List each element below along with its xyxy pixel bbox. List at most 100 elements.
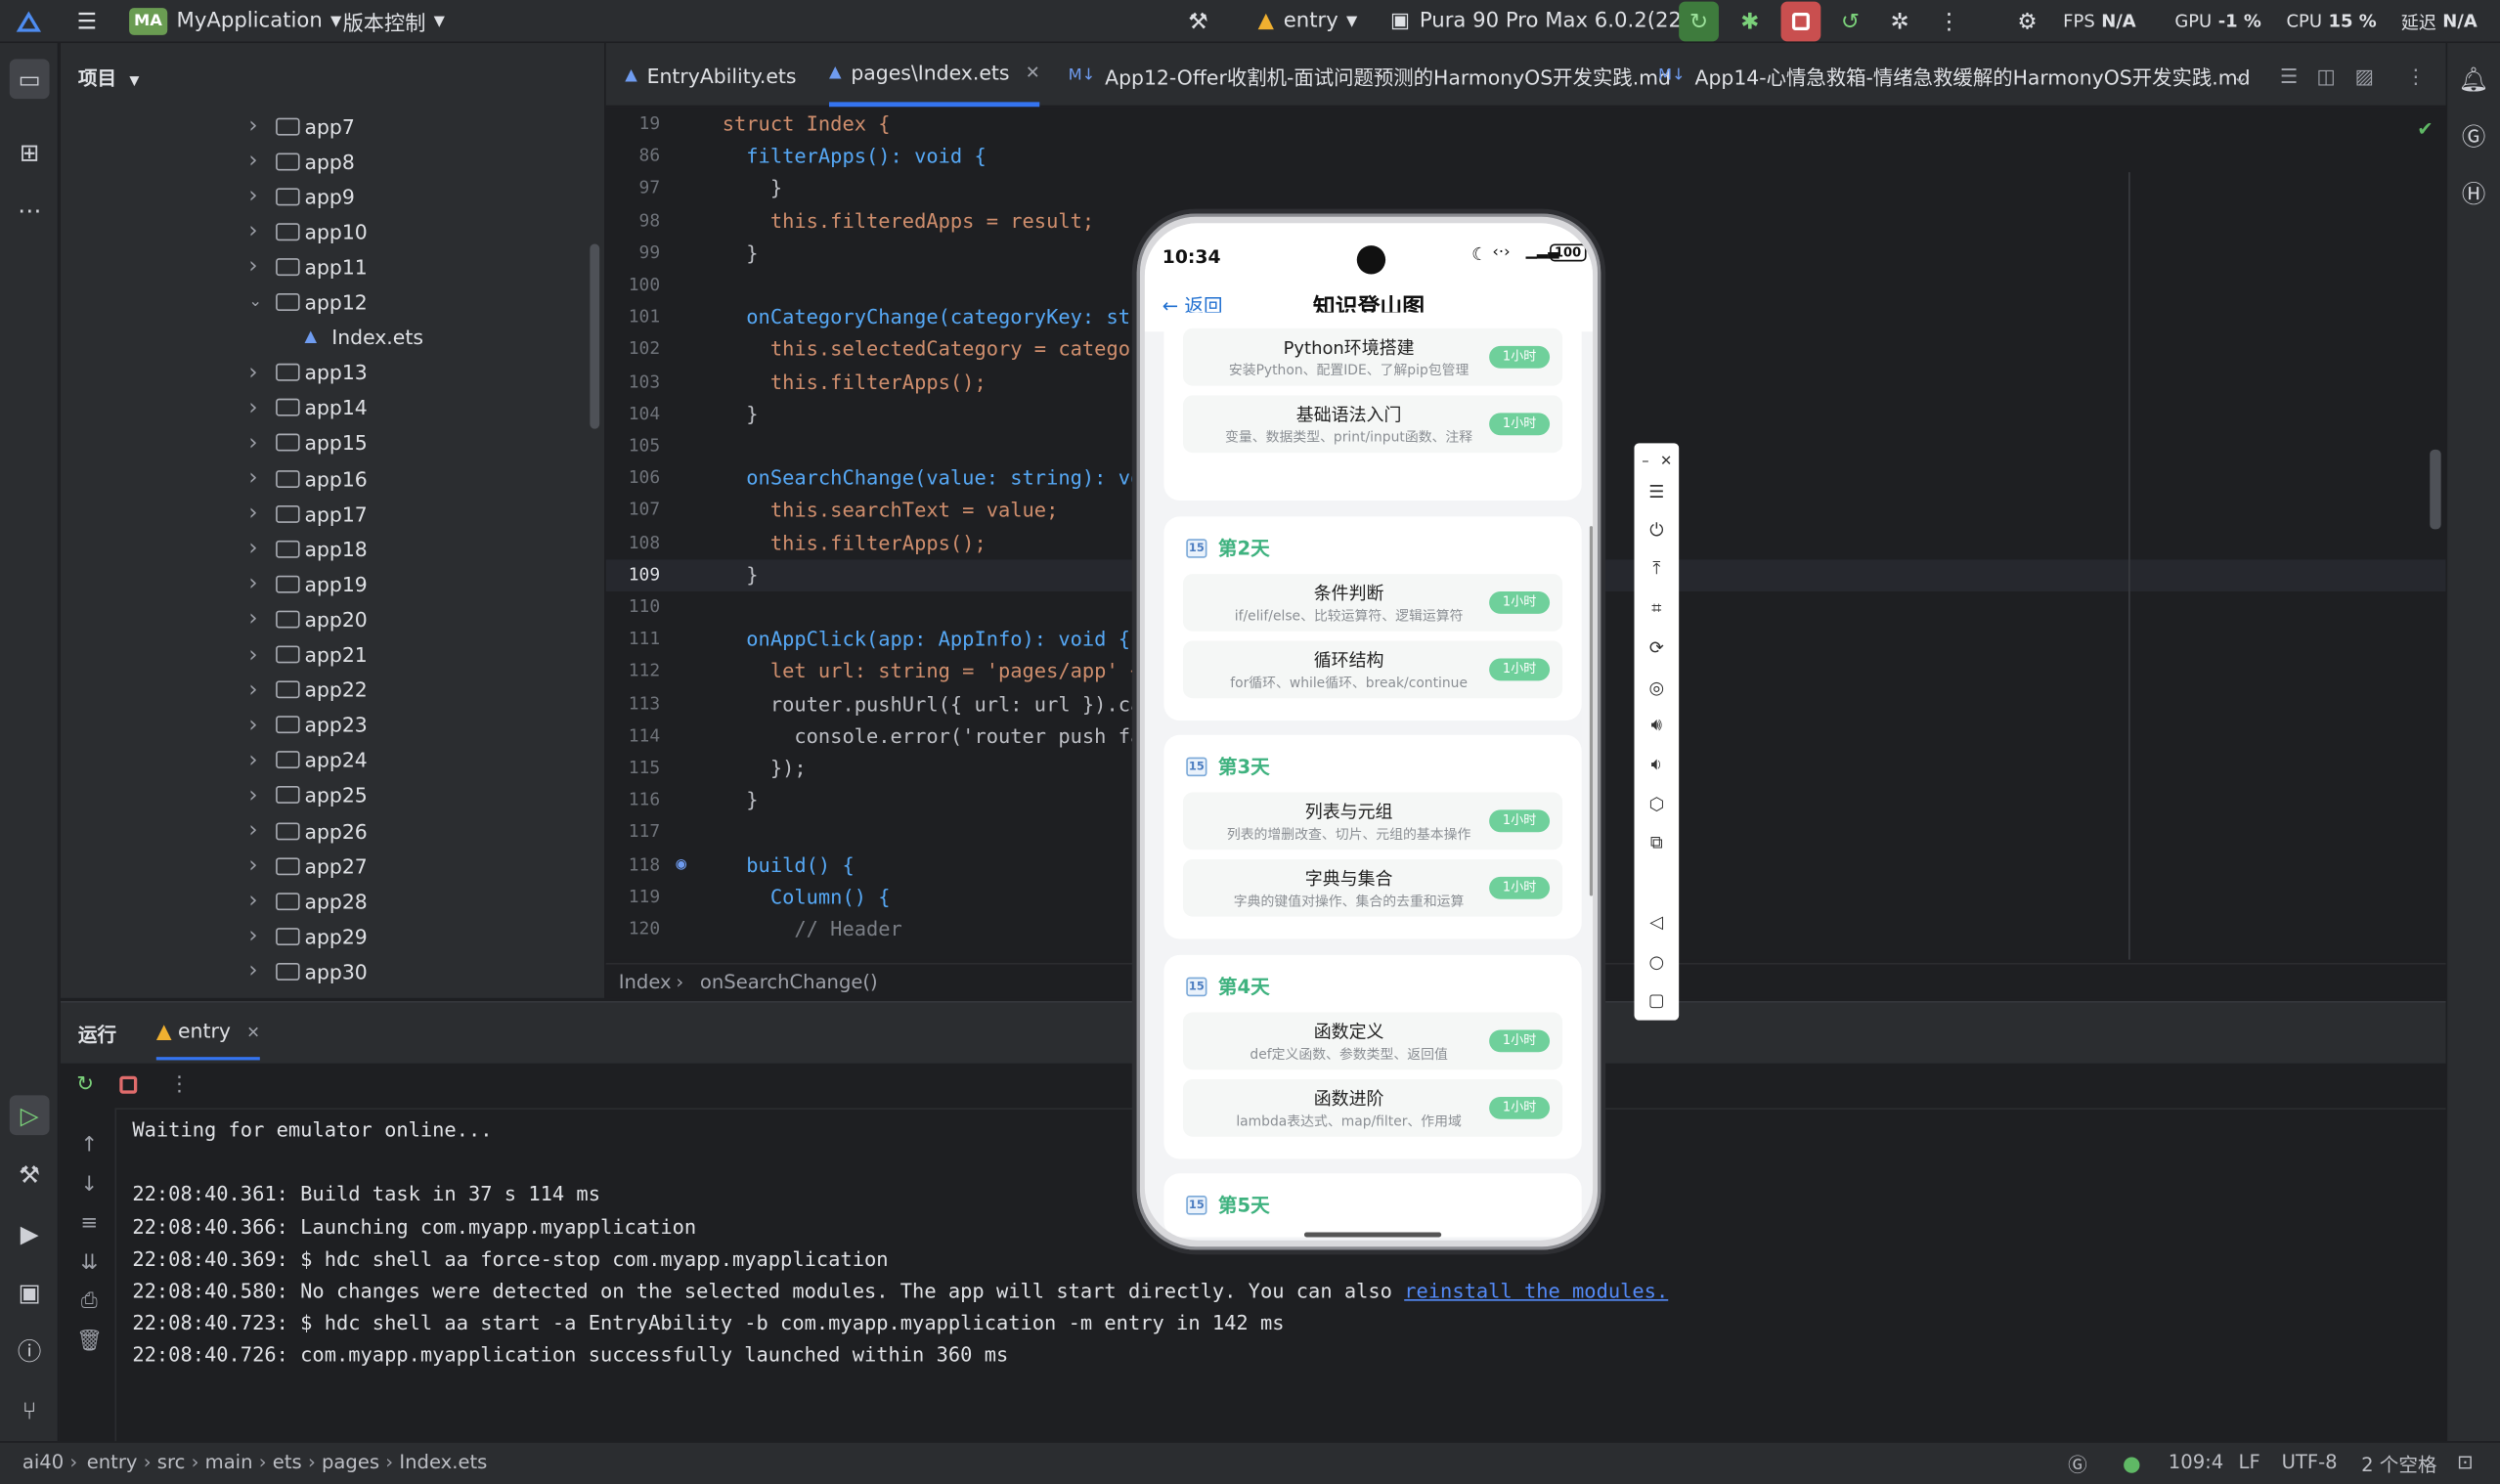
device-select[interactable]: ▣ Pura 90 Pro Max 6.0.2(22) ▼ bbox=[1390, 0, 1709, 43]
code-line[interactable]: 86 filterApps(): void { bbox=[606, 141, 2446, 173]
close-icon[interactable]: ✕ bbox=[246, 1026, 260, 1043]
tree-folder-item[interactable]: › app13 bbox=[61, 355, 587, 390]
close-icon[interactable]: ✕ bbox=[1026, 63, 1040, 83]
chevron-right-icon[interactable]: › bbox=[248, 465, 257, 491]
tree-folder-item[interactable]: › app19 bbox=[61, 566, 587, 601]
tree-folder-item[interactable]: › app10 bbox=[61, 214, 587, 249]
code-line[interactable]: 97 } bbox=[606, 173, 2446, 205]
gradle-icon[interactable]: Ⓖ bbox=[2454, 116, 2494, 156]
chevron-right-icon[interactable]: › bbox=[248, 889, 257, 914]
task-item[interactable]: 列表与元组 列表的增删改查、切片、元组的基本操作 1小时 bbox=[1183, 792, 1563, 851]
chevron-right-icon[interactable]: › bbox=[248, 184, 257, 209]
tree-folder-item[interactable]: › app25 bbox=[61, 778, 587, 813]
volume-up-icon[interactable]: 🔊︎ bbox=[1641, 710, 1673, 742]
task-item[interactable]: 字典与集合 字典的键值对操作、集合的去重和运算 1小时 bbox=[1183, 858, 1563, 917]
tree-folder-item[interactable]: ⌄ app12 bbox=[61, 284, 587, 320]
chevron-right-icon[interactable]: › bbox=[248, 783, 257, 808]
stop-icon[interactable] bbox=[119, 1075, 138, 1094]
chevron-right-icon[interactable]: › bbox=[248, 712, 257, 737]
tree-folder-item[interactable]: › app20 bbox=[61, 601, 587, 636]
chevron-right-icon[interactable]: › bbox=[248, 818, 257, 844]
multi-screen-icon[interactable]: ⧉ bbox=[1641, 827, 1673, 859]
git-icon[interactable]: ⑂ bbox=[10, 1390, 50, 1430]
problems-icon[interactable]: ⓘ bbox=[10, 1331, 50, 1372]
close-icon[interactable]: ✕ bbox=[1656, 447, 1676, 479]
task-item[interactable]: Python环境搭建 安装Python、配置IDE、了解pip包管理 1小时 bbox=[1183, 327, 1563, 386]
tree-file-item[interactable]: ▲ Index.ets bbox=[61, 320, 587, 355]
chevron-right-icon[interactable]: › bbox=[248, 501, 257, 526]
project-panel-title[interactable]: 项目 ▼ bbox=[78, 64, 140, 91]
harmony-assistant-icon[interactable]: Ⓗ bbox=[2454, 174, 2494, 214]
code-view-icon[interactable]: ☰ bbox=[2280, 43, 2298, 107]
more-vertical-icon[interactable]: ⋮ bbox=[2406, 43, 2426, 107]
fold-icon[interactable]: ⬡ bbox=[1641, 788, 1673, 820]
project-switcher[interactable]: MA MyApplication ▼ bbox=[129, 0, 341, 43]
tree-folder-item[interactable]: › app22 bbox=[61, 673, 587, 708]
chevron-right-icon[interactable]: › bbox=[248, 677, 257, 702]
apply-changes-icon[interactable]: ↺ bbox=[1830, 2, 1870, 42]
settings-gear-icon[interactable]: ⚙ bbox=[2007, 2, 2047, 42]
path-segment[interactable]: src bbox=[157, 1451, 186, 1473]
split-view-icon[interactable]: ◫ bbox=[2316, 43, 2335, 107]
tab-app12-md[interactable]: M↓ App12-Offer收割机-面试问题预测的HarmonyOS开发实践.m… bbox=[1069, 43, 1671, 107]
tree-folder-item[interactable]: › app9 bbox=[61, 179, 587, 214]
services-icon[interactable]: ▶ bbox=[10, 1213, 50, 1253]
tab-app14-md[interactable]: M↓ App14-心情急救箱-情绪急救缓解的HarmonyOS开发实践.md bbox=[1658, 43, 2251, 107]
trash-icon[interactable]: 🗑︎ bbox=[76, 1323, 103, 1362]
profiler-icon[interactable]: ✲ bbox=[1880, 2, 1920, 42]
tab-overflow-chevron-icon[interactable]: ⌄ bbox=[2232, 43, 2249, 107]
chevron-right-icon[interactable]: › bbox=[248, 606, 257, 632]
tree-folder-item[interactable]: › app17 bbox=[61, 496, 587, 531]
phone-screen[interactable]: 10:34 ☾ ‹·› ▁▂▃ 100 ← 返回 知识登山图 Python环境搭… bbox=[1144, 223, 1594, 1241]
breadcrumb-struct[interactable]: Index bbox=[619, 971, 672, 993]
chevron-right-icon[interactable]: › bbox=[248, 924, 257, 949]
gemini-icon[interactable]: Ⓖ bbox=[2068, 1451, 2087, 1478]
rotate-icon[interactable]: ⟳ bbox=[1641, 632, 1673, 664]
stop-icon[interactable] bbox=[1780, 1, 1821, 42]
tree-folder-item[interactable]: › app18 bbox=[61, 531, 587, 566]
path-segment[interactable]: ai40 bbox=[22, 1451, 64, 1473]
project-scrollbar[interactable] bbox=[590, 243, 600, 429]
tree-folder-item[interactable]: › app16 bbox=[61, 460, 587, 496]
nav-recents-icon[interactable]: ▢ bbox=[1641, 983, 1673, 1016]
path-segment[interactable]: entry bbox=[87, 1451, 138, 1473]
location-icon[interactable]: ◎ bbox=[1641, 672, 1673, 704]
tab-entryability[interactable]: ▲ EntryAbility.ets bbox=[625, 43, 796, 107]
chevron-right-icon[interactable]: › bbox=[248, 254, 257, 280]
screenshot-crop-icon[interactable]: ⌗ bbox=[1641, 593, 1673, 626]
arrow-up-icon[interactable]: ↑ bbox=[76, 1127, 102, 1166]
rerun-icon[interactable]: ↻ bbox=[1679, 1, 1719, 42]
vcs-menu[interactable]: 版本控制 ▼ bbox=[343, 0, 445, 43]
tree-folder-item[interactable]: › app23 bbox=[61, 708, 587, 743]
pin-top-icon[interactable]: ⤒ bbox=[1641, 553, 1673, 586]
task-item[interactable]: 基础语法入门 变量、数据类型、print/input函数、注释 1小时 bbox=[1183, 395, 1563, 454]
chevron-right-icon[interactable]: › bbox=[248, 395, 257, 420]
tree-folder-item[interactable]: › app27 bbox=[61, 849, 587, 884]
chevron-right-icon[interactable]: › bbox=[248, 536, 257, 561]
nav-back-icon[interactable]: ◁ bbox=[1641, 905, 1673, 938]
soft-wrap-icon[interactable]: ≡ bbox=[76, 1205, 102, 1244]
editor-scrollbar[interactable] bbox=[2430, 449, 2441, 530]
tree-folder-item[interactable]: › app26 bbox=[61, 813, 587, 849]
phone-scrollbar[interactable] bbox=[1589, 526, 1594, 896]
more-horizontal-icon[interactable]: ⋯ bbox=[10, 190, 50, 230]
tree-folder-item[interactable]: › app11 bbox=[61, 249, 587, 284]
task-item[interactable]: 函数定义 def定义函数、参数类型、返回值 1小时 bbox=[1183, 1012, 1563, 1070]
print-icon[interactable]: ⎙ bbox=[76, 1284, 102, 1323]
indent-setting[interactable]: 2 个空格 bbox=[2361, 1451, 2436, 1478]
tree-folder-item[interactable]: › app14 bbox=[61, 390, 587, 425]
structure-icon[interactable]: ⊞ bbox=[10, 132, 50, 172]
more-vertical-icon[interactable]: ⋮ bbox=[1929, 2, 1969, 42]
arrow-down-icon[interactable]: ↓ bbox=[76, 1166, 102, 1205]
scroll-to-end-icon[interactable]: ⇊ bbox=[76, 1244, 102, 1284]
terminal-icon[interactable]: ▣ bbox=[10, 1272, 50, 1312]
chevron-right-icon[interactable]: › bbox=[248, 641, 257, 667]
chevron-right-icon[interactable]: › bbox=[248, 360, 257, 385]
chevron-right-icon[interactable]: › bbox=[248, 113, 257, 139]
tab-index[interactable]: ▲ pages\Index.ets ✕ bbox=[828, 43, 1040, 108]
reinstall-modules-link[interactable]: reinstall the modules. bbox=[1404, 1279, 1668, 1302]
more-vertical-icon[interactable]: ⋮ bbox=[169, 1072, 190, 1096]
chevron-right-icon[interactable]: › bbox=[248, 853, 257, 879]
path-segment[interactable]: Index.ets bbox=[399, 1451, 487, 1473]
build-icon[interactable]: ⚒ bbox=[10, 1155, 50, 1195]
